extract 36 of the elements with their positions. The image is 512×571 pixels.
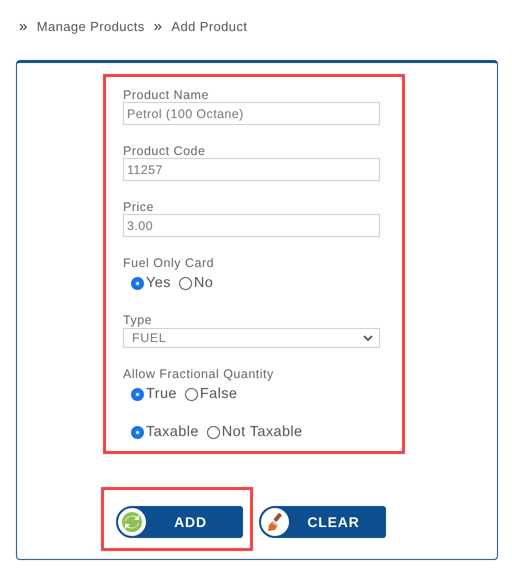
add-button[interactable]: ADD xyxy=(116,506,243,538)
field-label: Type xyxy=(123,313,154,328)
refresh-icon xyxy=(121,511,143,533)
radio-option[interactable]: Yes xyxy=(131,275,171,291)
radio-label: False xyxy=(200,386,238,402)
chevron-down-icon xyxy=(363,334,373,342)
type-dropdown[interactable]: FUEL xyxy=(123,328,380,348)
radio-icon[interactable] xyxy=(206,426,220,438)
radio-option[interactable]: No xyxy=(178,275,214,291)
text-field[interactable]: 3.00 xyxy=(123,214,380,237)
radio-label: True xyxy=(146,386,177,402)
radio-icon[interactable] xyxy=(131,276,144,290)
radio-label: Taxable xyxy=(146,424,199,440)
radio-option[interactable]: Taxable xyxy=(131,424,199,440)
field-label: Allow Fractional Quantity xyxy=(123,367,275,382)
radio-option[interactable]: True xyxy=(131,386,177,402)
text-field[interactable]: Petrol (100 Octane) xyxy=(123,102,380,125)
radio-option[interactable]: Not Taxable xyxy=(206,424,302,440)
field-label: Price xyxy=(123,200,155,215)
clear-button[interactable]: CLEAR xyxy=(259,506,386,538)
breadcrumb-item: Add Product xyxy=(171,18,248,34)
radio-option[interactable]: False xyxy=(184,386,238,402)
chevron-separator: » xyxy=(154,18,162,34)
chevron-separator: » xyxy=(19,18,28,34)
radio-label: Yes xyxy=(146,275,171,291)
field-label: Fuel Only Card xyxy=(123,256,216,271)
field-label: Product Name xyxy=(123,88,210,103)
radio-icon[interactable] xyxy=(178,276,192,290)
radio-icon[interactable] xyxy=(184,388,198,400)
radio-icon[interactable] xyxy=(131,388,144,400)
radio-label: Not Taxable xyxy=(222,424,302,440)
radio-label: No xyxy=(194,275,214,291)
field-label: Product Code xyxy=(123,144,206,159)
breadcrumb-item[interactable]: Manage Products xyxy=(36,18,145,34)
radio-icon[interactable] xyxy=(131,426,144,438)
text-field[interactable]: 11257 xyxy=(123,158,380,181)
